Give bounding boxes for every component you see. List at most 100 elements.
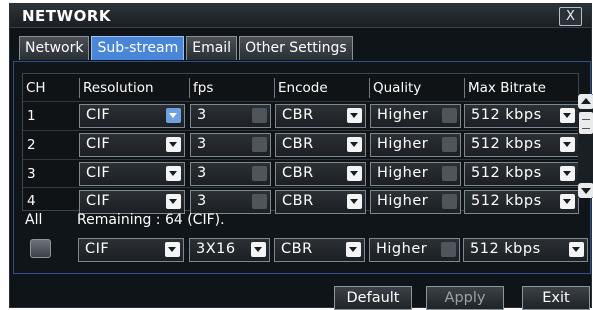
quality-select[interactable]: Higher (370, 104, 461, 128)
bitrate-value: 512 kbps (471, 165, 542, 181)
all-encode-select[interactable]: CBR (274, 238, 365, 262)
bitrate-value: 512 kbps (471, 136, 542, 152)
scroll-thumb[interactable] (579, 112, 593, 134)
close-button[interactable]: X (559, 7, 582, 26)
scroll-up-icon[interactable] (578, 94, 593, 109)
bitrate-select[interactable]: 512 kbps (464, 162, 579, 186)
chevron-down-icon[interactable] (166, 166, 181, 181)
exit-button[interactable]: Exit (522, 286, 590, 310)
chevron-down-icon[interactable] (347, 137, 362, 152)
chevron-down-icon[interactable] (346, 242, 361, 257)
chevron-down-icon[interactable] (560, 166, 575, 181)
all-quality-select[interactable]: Higher (369, 238, 460, 262)
chevron-down-icon[interactable] (560, 194, 575, 209)
fps-select[interactable]: 3 (190, 190, 271, 214)
row-divider (23, 159, 578, 160)
chevron-down-icon[interactable] (442, 166, 457, 181)
encode-select[interactable]: CBR (275, 104, 366, 128)
chevron-down-icon[interactable] (166, 194, 181, 209)
tab-other-settings[interactable]: Other Settings (239, 36, 353, 60)
bitrate-value: 512 kbps (471, 107, 542, 123)
resolution-select[interactable]: CIF (79, 104, 185, 128)
fps-value: 3 (197, 107, 207, 123)
quality-value: Higher (377, 193, 429, 209)
encode-value: CBR (282, 136, 314, 152)
encode-value: CBR (282, 193, 314, 209)
resolution-value: CIF (86, 107, 111, 123)
chevron-down-icon[interactable] (560, 137, 575, 152)
chevron-down-icon[interactable] (347, 108, 362, 123)
ch-number: 2 (27, 137, 36, 153)
resolution-value: CIF (85, 241, 110, 257)
chevron-down-icon[interactable] (442, 137, 457, 152)
sub-stream-panel: CH Resolution fps Encode Quality Max Bit… (13, 61, 593, 274)
resolution-select[interactable]: CIF (79, 162, 185, 186)
chevron-down-icon[interactable] (442, 108, 457, 123)
network-dialog: NETWORK X Network Sub-stream Email Other… (9, 3, 593, 310)
resolution-value: CIF (86, 193, 111, 209)
row-divider (23, 130, 578, 131)
apply-all-checkbox[interactable] (30, 239, 51, 258)
col-header-resolution: Resolution (79, 78, 183, 98)
quality-value: Higher (377, 165, 429, 181)
col-header-ch: CH (26, 80, 46, 96)
resolution-value: CIF (86, 136, 111, 152)
chevron-down-icon[interactable] (560, 108, 575, 123)
chevron-down-icon[interactable] (166, 108, 181, 123)
chevron-down-icon[interactable] (252, 108, 267, 123)
fps-value: 3X16 (196, 241, 236, 257)
quality-select[interactable]: Higher (370, 133, 461, 157)
chevron-down-icon[interactable] (251, 242, 266, 257)
fps-value: 3 (197, 193, 207, 209)
all-resolution-select[interactable]: CIF (78, 238, 184, 262)
chevron-down-icon[interactable] (347, 194, 362, 209)
bitrate-select[interactable]: 512 kbps (464, 104, 579, 128)
ch-number: 4 (27, 193, 36, 209)
chevron-down-icon[interactable] (569, 242, 584, 257)
chevron-down-icon[interactable] (165, 242, 180, 257)
title-bar: NETWORK X (10, 4, 591, 28)
resolution-value: CIF (86, 165, 111, 181)
chevron-down-icon[interactable] (441, 242, 456, 257)
resolution-select[interactable]: CIF (79, 133, 185, 157)
chevron-down-icon[interactable] (442, 194, 457, 209)
bitrate-select[interactable]: 512 kbps (464, 190, 579, 214)
quality-value: Higher (376, 241, 428, 257)
fps-select[interactable]: 3 (190, 162, 271, 186)
chevron-down-icon[interactable] (252, 166, 267, 181)
tab-email[interactable]: Email (186, 36, 238, 60)
tab-network[interactable]: Network (19, 36, 90, 60)
all-label: All (25, 212, 43, 228)
bitrate-select[interactable]: 512 kbps (464, 133, 579, 157)
chevron-down-icon[interactable] (252, 194, 267, 209)
dialog-title: NETWORK (22, 7, 112, 25)
chevron-down-icon[interactable] (166, 137, 181, 152)
fps-select[interactable]: 3 (190, 133, 271, 157)
resolution-select[interactable]: CIF (79, 190, 185, 214)
quality-value: Higher (377, 136, 429, 152)
quality-value: Higher (377, 107, 429, 123)
col-header-max-bitrate: Max Bitrate (464, 78, 578, 98)
fps-select[interactable]: 3 (190, 104, 271, 128)
all-bitrate-select[interactable]: 512 kbps (463, 238, 588, 262)
chevron-down-icon[interactable] (252, 137, 267, 152)
encode-select[interactable]: CBR (275, 190, 366, 214)
col-header-encode: Encode (274, 78, 363, 98)
default-button[interactable]: Default (334, 286, 412, 310)
bitrate-value: 512 kbps (470, 241, 541, 257)
tab-bar: Network Sub-stream Email Other Settings (19, 36, 355, 61)
ch-number: 3 (27, 166, 36, 182)
tab-sub-stream[interactable]: Sub-stream (91, 36, 185, 60)
quality-select[interactable]: Higher (370, 190, 461, 214)
col-header-quality: Quality (369, 78, 458, 98)
apply-button[interactable]: Apply (426, 286, 504, 310)
ch-number: 1 (27, 108, 36, 124)
encode-select[interactable]: CBR (275, 162, 366, 186)
chevron-down-icon[interactable] (347, 166, 362, 181)
quality-select[interactable]: Higher (370, 162, 461, 186)
all-fps-select[interactable]: 3X16 (189, 238, 270, 262)
encode-select[interactable]: CBR (275, 133, 366, 157)
channel-table: CH Resolution fps Encode Quality Max Bit… (22, 73, 579, 214)
table-scrollbar[interactable] (578, 94, 593, 198)
scroll-down-icon[interactable] (578, 183, 593, 198)
